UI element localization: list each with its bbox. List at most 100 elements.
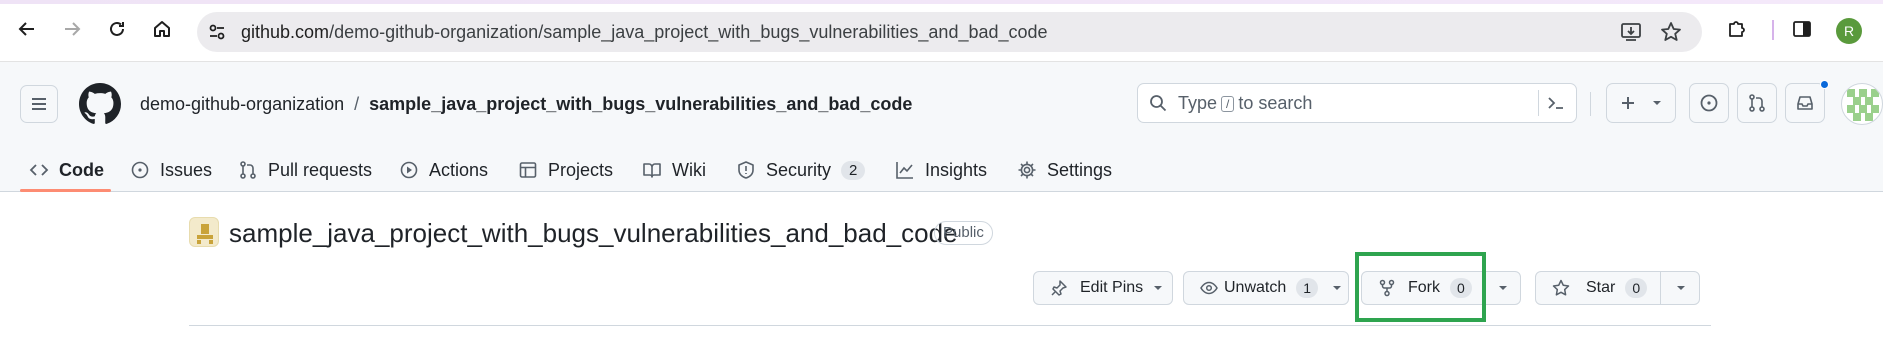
code-icon xyxy=(29,164,49,176)
pull-request-icon xyxy=(1749,94,1765,112)
tab-pull-requests[interactable]: Pull requests xyxy=(238,148,372,192)
tab-projects-label: Projects xyxy=(548,159,614,180)
pull-requests-button[interactable] xyxy=(1737,83,1777,123)
star-label: Star xyxy=(1586,279,1616,296)
pin-icon xyxy=(1051,280,1067,296)
menu-button[interactable] xyxy=(20,85,58,123)
install-app-icon[interactable] xyxy=(1620,21,1642,43)
back-button[interactable] xyxy=(12,14,42,44)
hamburger-icon xyxy=(32,98,46,110)
bookmark-star-icon[interactable] xyxy=(1660,21,1682,43)
repo-title[interactable]: sample_java_project_with_bugs_vulnerabil… xyxy=(229,217,958,249)
repo-owner-avatar[interactable] xyxy=(189,217,219,247)
reload-button[interactable] xyxy=(102,14,132,44)
tab-security[interactable]: Security 2 xyxy=(736,148,866,192)
side-panel-icon xyxy=(1793,21,1811,37)
edit-pins-button[interactable]: Edit Pins xyxy=(1033,271,1173,305)
search-placeholder-suffix: to search xyxy=(1238,93,1313,113)
tab-insights-label: Insights xyxy=(925,159,988,180)
breadcrumb-org-link[interactable]: demo-github-organization xyxy=(140,92,344,116)
graph-icon xyxy=(896,162,913,179)
tab-wiki[interactable]: Wiki xyxy=(642,148,706,192)
star-icon xyxy=(1552,279,1570,296)
url-path: /demo-github-organization/sample_java_pr… xyxy=(329,22,1048,42)
create-new-button[interactable] xyxy=(1606,83,1676,123)
tab-actions[interactable]: Actions xyxy=(399,148,488,192)
search-icon xyxy=(1150,95,1167,112)
star-lists-dropdown-button[interactable] xyxy=(1660,272,1700,304)
url-host: github.com xyxy=(241,22,330,42)
gear-icon xyxy=(1018,161,1036,179)
unwatch-label: Unwatch xyxy=(1224,279,1287,296)
extensions-button[interactable] xyxy=(1722,14,1752,44)
tab-projects[interactable]: Projects xyxy=(518,148,613,192)
identicon-icon xyxy=(1847,89,1879,121)
breadcrumb-separator: / xyxy=(354,94,360,114)
search-placeholder-prefix: Type xyxy=(1178,93,1218,113)
visibility-badge: Public xyxy=(934,221,993,245)
tab-insights[interactable]: Insights xyxy=(895,148,987,192)
tab-code[interactable]: Code xyxy=(29,148,104,192)
header-separator xyxy=(1590,92,1591,116)
address-bar[interactable]: github.com/demo-github-organization/samp… xyxy=(197,12,1702,52)
arrow-right-icon xyxy=(65,22,81,36)
chevron-down-icon xyxy=(1499,286,1507,290)
browser-toolbar: github.com/demo-github-organization/samp… xyxy=(0,0,1883,62)
security-alerts-count: 2 xyxy=(841,160,866,180)
chevron-down-icon xyxy=(1333,286,1342,290)
command-palette-icon[interactable] xyxy=(1546,94,1566,112)
puzzle-icon xyxy=(1729,21,1745,37)
watchers-count: 1 xyxy=(1296,278,1319,298)
site-settings-icon[interactable] xyxy=(207,22,227,42)
home-button[interactable] xyxy=(147,14,177,44)
search-placeholder: Type / to search xyxy=(1178,93,1312,114)
forward-button[interactable] xyxy=(57,14,87,44)
tab-issues-label: Issues xyxy=(160,159,213,180)
tab-settings-label: Settings xyxy=(1047,159,1113,180)
plus-icon xyxy=(1622,97,1634,109)
play-icon xyxy=(400,161,418,179)
breadcrumb-repo-link[interactable]: sample_java_project_with_bugs_vulnerabil… xyxy=(369,92,912,116)
issue-icon xyxy=(131,161,149,179)
shield-icon xyxy=(738,161,754,179)
unwatch-button[interactable]: Unwatch 1 xyxy=(1183,271,1349,305)
profile-avatar[interactable]: R xyxy=(1836,18,1862,44)
issue-opened-icon xyxy=(1700,94,1718,112)
stars-count: 0 xyxy=(1625,278,1648,298)
search-shortcut-key: / xyxy=(1221,95,1235,112)
reload-icon xyxy=(110,21,124,36)
github-logo-icon[interactable] xyxy=(79,83,121,125)
book-icon xyxy=(643,163,661,178)
inbox-icon xyxy=(1797,96,1813,110)
tab-settings[interactable]: Settings xyxy=(1017,148,1112,192)
issues-button[interactable] xyxy=(1689,83,1729,123)
eye-icon xyxy=(1200,281,1218,295)
edit-pins-label: Edit Pins xyxy=(1080,279,1144,296)
table-icon xyxy=(519,162,537,178)
tab-code-label: Code xyxy=(59,159,104,180)
notification-indicator xyxy=(1820,80,1829,89)
user-avatar[interactable] xyxy=(1841,83,1883,125)
chevron-down-icon xyxy=(1676,286,1685,290)
pull-request-icon xyxy=(240,161,256,179)
star-button-group: Star 0 xyxy=(1535,271,1700,305)
star-button[interactable]: Star 0 xyxy=(1536,272,1660,304)
tab-issues[interactable]: Issues xyxy=(130,148,212,192)
tab-pull-requests-label: Pull requests xyxy=(268,159,373,180)
fork-highlight-box xyxy=(1355,252,1486,322)
home-icon xyxy=(154,21,170,37)
tab-actions-label: Actions xyxy=(429,159,489,180)
repo-header-divider xyxy=(189,325,1711,326)
arrow-left-icon xyxy=(18,22,34,36)
inbox-button[interactable] xyxy=(1785,83,1825,123)
breadcrumb: demo-github-organization / sample_java_p… xyxy=(140,92,912,116)
toolbar-separator xyxy=(1772,20,1774,40)
side-panel-button[interactable] xyxy=(1787,14,1817,44)
tab-security-label: Security xyxy=(766,159,832,180)
selected-tab-indicator xyxy=(20,189,111,192)
url-text: github.com/demo-github-organization/samp… xyxy=(241,22,1048,42)
browser-tab-strip-edge xyxy=(0,0,1883,4)
search-input[interactable]: Type / to search xyxy=(1137,83,1577,123)
chevron-down-icon xyxy=(1653,101,1661,105)
fork-dropdown-button[interactable] xyxy=(1484,272,1521,304)
